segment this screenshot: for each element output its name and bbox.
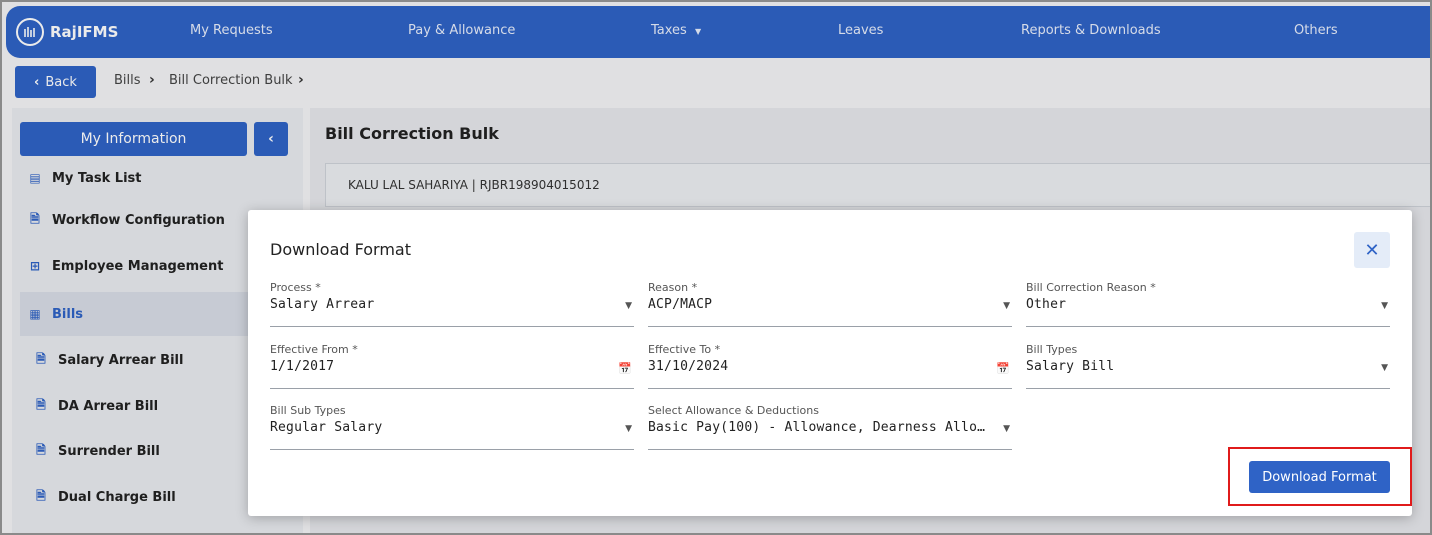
- field-value: Regular Salary: [270, 420, 383, 435]
- process-select[interactable]: Process * Salary Arrear ▼: [270, 281, 634, 327]
- close-button[interactable]: ✕: [1354, 232, 1390, 268]
- caret-down-icon: ▼: [1381, 363, 1388, 373]
- field-value: Salary Bill: [1026, 359, 1115, 374]
- field-value: 31/10/2024: [648, 359, 729, 374]
- download-format-dialog: Download Format ✕ Process * Salary Arrea…: [248, 210, 1412, 516]
- download-format-button[interactable]: Download Format: [1249, 461, 1390, 493]
- field-value: ACP/MACP: [648, 297, 713, 312]
- bill-types-select[interactable]: Bill Types Salary Bill ▼: [1026, 343, 1390, 389]
- caret-down-icon: ▼: [1381, 301, 1388, 311]
- close-icon: ✕: [1364, 239, 1380, 261]
- field-value: 1/1/2017: [270, 359, 335, 374]
- dialog-title: Download Format: [270, 240, 411, 259]
- field-value: Salary Arrear: [270, 297, 375, 312]
- calendar-icon[interactable]: 📅: [996, 362, 1010, 375]
- field-label: Bill Correction Reason *: [1026, 281, 1156, 294]
- caret-down-icon: ▼: [1003, 424, 1010, 434]
- field-value: Basic Pay(100) - Allowance, Dearness All…: [648, 420, 988, 435]
- effective-from-field[interactable]: Effective From * 1/1/2017 📅: [270, 343, 634, 389]
- effective-to-field[interactable]: Effective To * 31/10/2024 📅: [648, 343, 1012, 389]
- field-label: Reason *: [648, 281, 698, 294]
- field-label: Bill Sub Types: [270, 404, 346, 417]
- field-label: Effective To *: [648, 343, 721, 356]
- field-label: Process *: [270, 281, 321, 294]
- app-frame: RajIFMS My Requests Pay & Allowance Taxe…: [0, 0, 1432, 535]
- caret-down-icon: ▼: [1003, 301, 1010, 311]
- caret-down-icon: ▼: [625, 424, 632, 434]
- bill-correction-reason-select[interactable]: Bill Correction Reason * Other ▼: [1026, 281, 1390, 327]
- calendar-icon[interactable]: 📅: [618, 362, 632, 375]
- caret-down-icon: ▼: [625, 301, 632, 311]
- field-value: Other: [1026, 297, 1067, 312]
- allowance-deductions-select[interactable]: Select Allowance & Deductions Basic Pay(…: [648, 404, 1012, 450]
- field-label: Select Allowance & Deductions: [648, 404, 819, 417]
- field-label: Bill Types: [1026, 343, 1078, 356]
- bill-sub-types-select[interactable]: Bill Sub Types Regular Salary ▼: [270, 404, 634, 450]
- field-label: Effective From *: [270, 343, 358, 356]
- reason-select[interactable]: Reason * ACP/MACP ▼: [648, 281, 1012, 327]
